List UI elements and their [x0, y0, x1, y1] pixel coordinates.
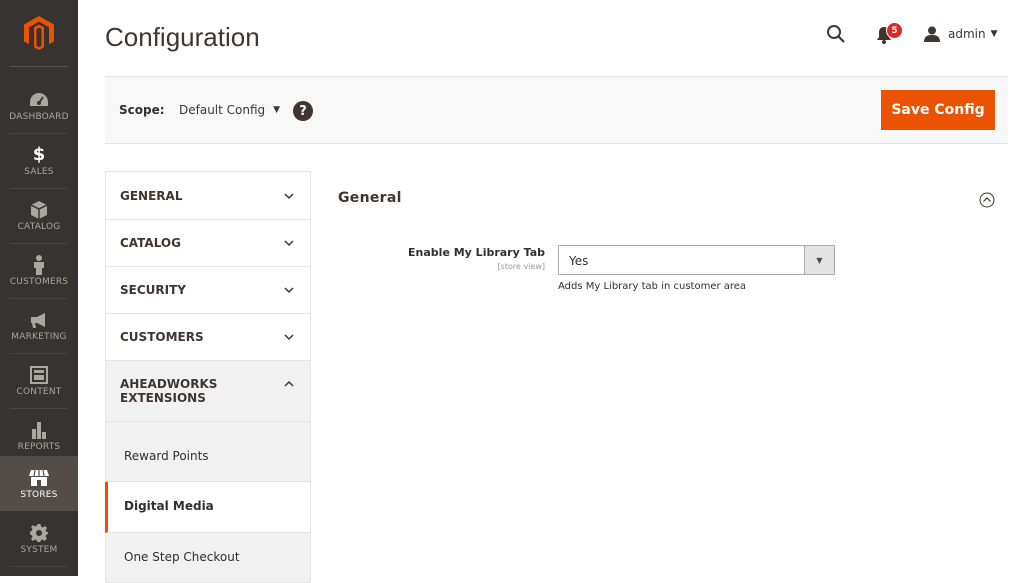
select-value: Yes	[569, 254, 589, 268]
person-icon	[29, 254, 49, 275]
scope-toolbar: Scope: Default Config ▼ ? Save Config	[105, 76, 1008, 144]
tab-security[interactable]: SECURITY	[105, 266, 311, 313]
subtab-label: One Step Checkout	[124, 550, 240, 564]
page-title: Configuration	[105, 22, 260, 52]
menu-item-dashboard[interactable]: DASHBOARD	[0, 78, 78, 133]
field-scope-label: [store view]	[497, 262, 545, 271]
store-icon	[29, 468, 49, 488]
menu-item-stores[interactable]: STORES	[0, 456, 78, 511]
menu-label: CATALOG	[17, 221, 61, 232]
box-icon	[29, 200, 49, 220]
admin-menu: DASHBOARD $ SALES CATALOG CUSTOMERS MARK…	[0, 0, 78, 576]
magento-logo[interactable]	[0, 0, 78, 66]
enable-my-library-tab-select[interactable]: Yes ▼	[558, 245, 835, 275]
tab-aheadworks-extensions[interactable]: AHEADWORKS EXTENSIONS	[105, 360, 311, 422]
dollar-icon: $	[32, 144, 46, 165]
menu-label: CUSTOMERS	[9, 276, 69, 287]
menu-label: MARKETING	[11, 331, 67, 342]
field-label: Enable My Library Tab	[408, 246, 545, 259]
tab-title: AHEADWORKS EXTENSIONS	[120, 377, 218, 405]
menu-label: SALES	[24, 166, 54, 177]
tab-general[interactable]: GENERAL	[105, 171, 311, 219]
logo-divider	[10, 66, 68, 67]
chevron-down-icon: ▼	[804, 246, 834, 274]
chevron-down-icon	[284, 193, 294, 200]
subtab-label: Digital Media	[124, 499, 214, 513]
scope-value: Default Config	[179, 103, 266, 117]
dashboard-icon	[29, 90, 49, 110]
menu-item-reports[interactable]: REPORTS	[0, 408, 78, 463]
menu-item-sales[interactable]: $ SALES	[0, 133, 78, 188]
section-title[interactable]: General	[338, 190, 402, 206]
chevron-up-icon	[284, 380, 294, 387]
menu-item-marketing[interactable]: MARKETING	[0, 298, 78, 353]
tab-title: CATALOG	[120, 236, 181, 250]
notification-count-badge: 5	[886, 22, 903, 39]
config-tabs: GENERAL CATALOG SECURITY CUSTOMERS AHEAD…	[105, 171, 311, 583]
subtab-digital-media[interactable]: Digital Media	[105, 482, 311, 533]
field-note: Adds My Library tab in customer area	[558, 281, 747, 292]
chevron-down-icon	[284, 287, 294, 294]
tab-title: SECURITY	[120, 283, 186, 297]
tab-title: CUSTOMERS	[120, 330, 204, 344]
search-icon	[827, 25, 845, 43]
menu-item-content[interactable]: CONTENT	[0, 353, 78, 408]
menu-label: STORES	[20, 489, 58, 500]
tab-catalog[interactable]: CATALOG	[105, 219, 311, 266]
menu-item-catalog[interactable]: CATALOG	[0, 188, 78, 243]
gear-icon	[29, 523, 49, 543]
chevron-down-icon	[284, 240, 294, 247]
chevron-down-icon: ▼	[273, 105, 281, 115]
menu-label: REPORTS	[17, 441, 61, 452]
collapse-icon[interactable]	[979, 192, 995, 208]
user-icon	[924, 26, 940, 42]
menu-label: DASHBOARD	[9, 111, 69, 122]
user-account-menu[interactable]: admin ▼	[924, 24, 998, 44]
scope-switcher[interactable]: Default Config ▼	[179, 103, 280, 117]
chevron-down-icon	[284, 334, 294, 341]
user-name: admin	[948, 27, 986, 41]
save-config-button[interactable]: Save Config	[881, 90, 995, 130]
scope-label: Scope:	[119, 103, 165, 117]
layout-icon	[29, 365, 49, 385]
menu-label: SYSTEM	[20, 544, 58, 555]
subtab-label: Reward Points	[124, 449, 209, 463]
tab-customers[interactable]: CUSTOMERS	[105, 313, 311, 360]
help-icon[interactable]: ?	[293, 101, 313, 121]
bar-chart-icon	[29, 420, 49, 440]
tab-title: GENERAL	[120, 189, 183, 203]
megaphone-icon	[29, 310, 49, 330]
subtab-reward-points[interactable]: Reward Points	[105, 422, 311, 482]
chevron-down-icon: ▼	[990, 29, 998, 39]
menu-divider	[10, 566, 68, 567]
search-button[interactable]	[826, 24, 846, 44]
menu-label: CONTENT	[16, 386, 62, 397]
magento-logo-icon	[24, 16, 54, 50]
menu-item-customers[interactable]: CUSTOMERS	[0, 243, 78, 298]
menu-item-system[interactable]: SYSTEM	[0, 511, 78, 566]
